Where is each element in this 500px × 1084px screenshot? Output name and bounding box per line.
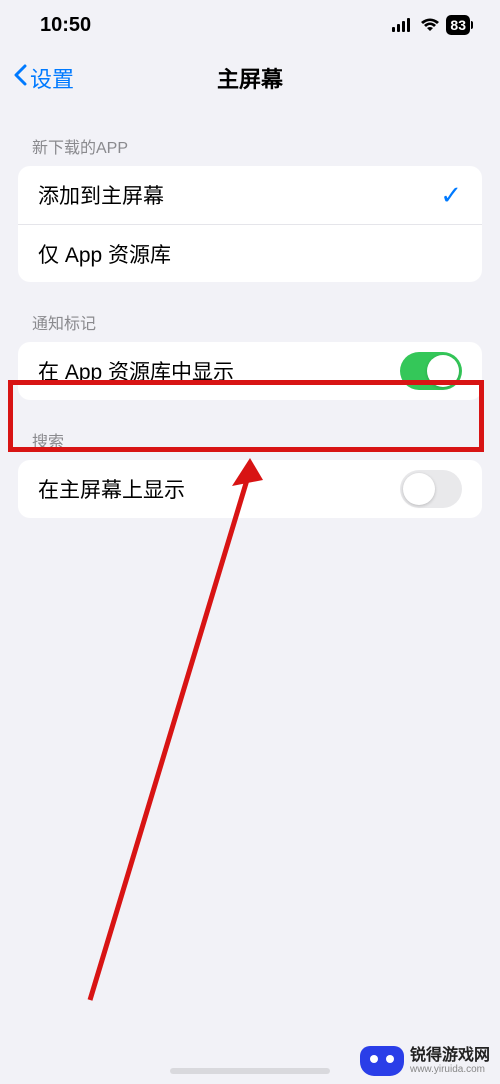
- page-title: 主屏幕: [217, 62, 283, 94]
- section-header-search: 搜索: [0, 400, 500, 460]
- list-group-search: 在主屏幕上显示: [18, 460, 482, 518]
- list-group-badges: 在 App 资源库中显示: [18, 342, 482, 400]
- row-app-library-only[interactable]: 仅 App 资源库: [18, 224, 482, 282]
- cellular-icon: [392, 18, 414, 32]
- toggle-show-on-home[interactable]: [400, 470, 462, 508]
- list-group-new-apps: 添加到主屏幕 ✓ 仅 App 资源库: [18, 166, 482, 282]
- status-time: 10:50: [40, 14, 91, 37]
- row-label: 在主屏幕上显示: [38, 474, 185, 504]
- home-indicator: [170, 1068, 330, 1074]
- row-show-in-library[interactable]: 在 App 资源库中显示: [18, 342, 482, 400]
- wifi-icon: [420, 18, 440, 32]
- annotation-arrow: [60, 450, 280, 1010]
- chevron-left-icon: [12, 64, 28, 92]
- back-button[interactable]: 设置: [0, 62, 74, 94]
- battery-icon: 83: [446, 15, 470, 35]
- status-right: 83: [392, 15, 470, 35]
- section-header-badges: 通知标记: [0, 282, 500, 342]
- row-show-on-home[interactable]: 在主屏幕上显示: [18, 460, 482, 518]
- watermark: 锐得游戏网 www.yiruida.com: [360, 1046, 490, 1076]
- watermark-name: 锐得游戏网: [410, 1047, 490, 1065]
- watermark-logo-icon: [360, 1046, 404, 1076]
- section-header-new-apps: 新下载的APP: [0, 106, 500, 166]
- row-add-to-home[interactable]: 添加到主屏幕 ✓: [18, 166, 482, 224]
- toggle-show-in-library[interactable]: [400, 352, 462, 390]
- checkmark-icon: ✓: [440, 180, 462, 211]
- status-bar: 10:50 83: [0, 0, 500, 50]
- nav-bar: 设置 主屏幕: [0, 50, 500, 106]
- row-label: 仅 App 资源库: [38, 239, 171, 269]
- watermark-url: www.yiruida.com: [410, 1064, 490, 1075]
- back-label: 设置: [30, 62, 74, 94]
- row-label: 在 App 资源库中显示: [38, 356, 234, 386]
- row-label: 添加到主屏幕: [38, 180, 164, 210]
